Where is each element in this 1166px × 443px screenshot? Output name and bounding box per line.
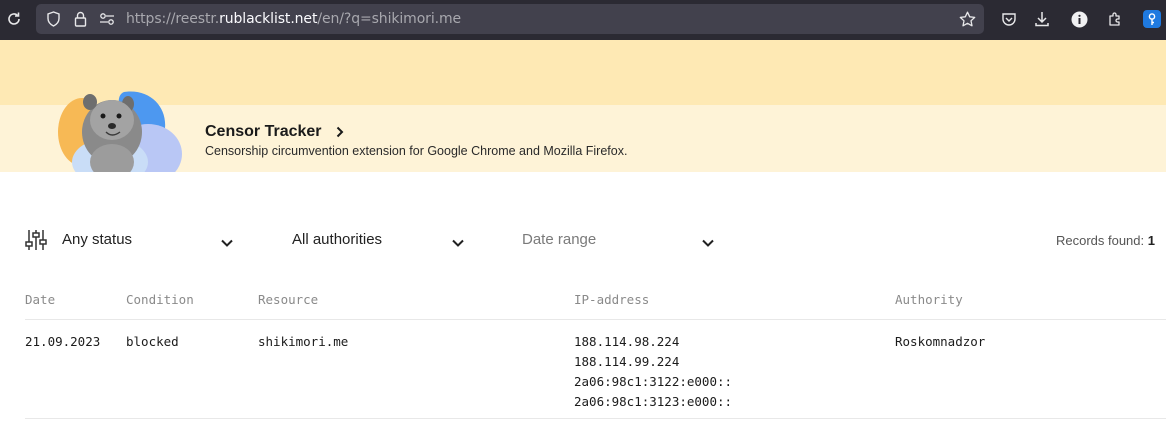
column-header-ip: IP-address (574, 292, 650, 307)
header-divider (25, 319, 1166, 320)
row-divider (25, 418, 1166, 419)
date-range-select[interactable]: Date range (522, 231, 596, 248)
cell-condition: blocked (126, 334, 179, 349)
cell-resource: shikimori.me (258, 334, 349, 349)
status-chevron-down-icon[interactable] (220, 235, 234, 253)
browser-toolbar: https://reestr.rublacklist.net/en/?q=shi… (0, 0, 1166, 40)
reload-icon[interactable] (5, 10, 23, 28)
permissions-icon[interactable] (98, 10, 116, 28)
ip-address: 188.114.99.224 (574, 354, 680, 369)
date-range-chevron-down-icon[interactable] (701, 235, 715, 253)
column-header-condition: Condition (126, 292, 194, 307)
authorities-chevron-down-icon[interactable] (451, 235, 465, 253)
shield-icon[interactable] (44, 10, 62, 28)
filter-sliders-icon[interactable] (25, 228, 47, 257)
ip-address: 188.114.98.224 (574, 334, 680, 349)
info-icon[interactable] (1070, 10, 1088, 28)
bookmark-star-icon[interactable] (958, 10, 976, 28)
key-extension-icon[interactable] (1142, 9, 1162, 29)
url-text[interactable]: https://reestr.rublacklist.net/en/?q=shi… (126, 11, 461, 27)
download-icon[interactable] (1033, 10, 1051, 28)
lock-icon[interactable] (71, 10, 89, 28)
chevron-right-icon[interactable] (335, 125, 345, 144)
cell-date: 21.09.2023 (25, 334, 101, 349)
cell-authority: Roskomnadzor (895, 334, 986, 349)
banner-title[interactable]: Censor Tracker (205, 123, 322, 141)
extensions-icon[interactable] (1106, 10, 1124, 28)
column-header-date: Date (25, 292, 56, 307)
status-select[interactable]: Any status (62, 231, 132, 248)
banner-subtitle: Censorship circumvention extension for G… (205, 144, 628, 158)
url-bar[interactable]: https://reestr.rublacklist.net/en/?q=shi… (36, 4, 984, 34)
records-found-count: 1 (1147, 233, 1155, 248)
records-found: Records found: 1 (1056, 233, 1155, 248)
ip-address: 2a06:98c1:3123:e000:: (574, 394, 733, 409)
authorities-select[interactable]: All authorities (292, 231, 382, 248)
quokka-mascot-image (52, 88, 182, 172)
ip-address: 2a06:98c1:3122:e000:: (574, 374, 733, 389)
column-header-resource: Resource (258, 292, 319, 307)
pocket-icon[interactable] (1000, 10, 1018, 28)
cell-ip-addresses: 188.114.98.224 188.114.99.224 2a06:98c1:… (574, 332, 732, 412)
column-header-authority: Authority (895, 292, 963, 307)
records-found-label: Records found: (1055, 233, 1145, 248)
